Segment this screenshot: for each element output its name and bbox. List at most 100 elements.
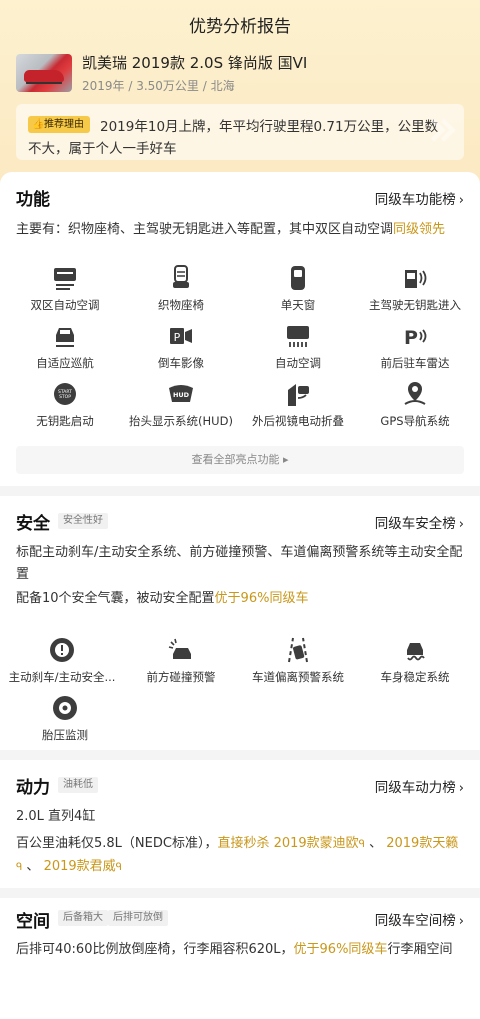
feature-dual-ac[interactable]: 双区自动空调 <box>5 264 125 313</box>
auto-ac-icon <box>287 326 309 347</box>
chevron-right-icon: › <box>458 193 464 208</box>
car-meta: 2019年 / 3.50万公里 / 北海 <box>82 79 235 93</box>
power-tag: 油耗低 <box>58 777 98 793</box>
safety-rank-label: 同级车安全榜 <box>374 516 456 532</box>
search-icon: ᑫ <box>115 862 122 873</box>
separator: 、 <box>364 836 387 851</box>
feature-sunroof[interactable]: 单天窗 <box>238 264 358 313</box>
hud-icon: HUD <box>169 385 193 402</box>
active-brake-icon <box>50 638 74 662</box>
recommend-reason-text: 2019年10月上牌，年平均行驶里程0.71万公里，公里数不大，属于个人一手好车 <box>28 119 439 157</box>
feature-label: 主驾驶无钥匙进入 <box>369 298 461 312</box>
report-header: 优势分析报告 凯美瑞 2019款 2.0S 锋尚版 国VI 2019年 / 3.… <box>0 0 480 184</box>
reverse-camera-icon: P <box>170 328 192 344</box>
feature-label: 前后驻车雷达 <box>380 356 450 370</box>
chevron-right-icon: › <box>458 914 464 929</box>
dual-ac-icon <box>54 268 76 290</box>
recommend-reason-box: 2019年10月上牌，年平均行驶里程0.71万公里，公里数不大，属于个人一手好车… <box>16 104 464 160</box>
feature-parking-radar[interactable]: P 前后驻车雷达 <box>355 322 475 371</box>
recommend-reason-label: 推荐理由 <box>44 119 84 130</box>
safety-section: 安全 安全性好 同级车安全榜 › 标配主动刹车/主动安全系统、前方碰撞预警、车道偏… <box>0 496 480 750</box>
feature-label: 前方碰撞预警 <box>146 670 216 684</box>
keyless-entry-icon <box>405 270 427 288</box>
power-title: 动力 <box>16 778 50 798</box>
power-section: 动力 油耗低 同级车动力榜 › 2.0L 直列4缸 百公里油耗仅5.8L（NEDC… <box>0 760 480 888</box>
svg-text:P: P <box>404 327 418 349</box>
safety-line2-highlight: 优于96%同级车 <box>214 591 309 606</box>
thumbs-up-icon: 👍 <box>32 118 45 130</box>
feature-keyless-entry[interactable]: 主驾驶无钥匙进入 <box>355 264 475 313</box>
feature-label: 自适应巡航 <box>36 356 94 370</box>
feature-label: 无钥匙启动 <box>36 414 94 428</box>
stability-icon <box>407 643 425 661</box>
feature-gps[interactable]: GPS导航系统 <box>355 380 475 429</box>
feature-label: 自动空调 <box>275 356 321 370</box>
power-rank-link[interactable]: 同级车动力榜 › <box>375 776 464 796</box>
mirror-fold-icon <box>288 384 309 406</box>
feature-label: 车道偏离预警系统 <box>252 670 344 684</box>
car-thumbnail[interactable] <box>16 54 72 92</box>
function-summary: 主要有：织物座椅、主驾驶无钥匙进入等配置，其中双区自动空调同级领先 <box>16 219 464 241</box>
function-rank-label: 同级车功能榜 <box>374 192 456 208</box>
feature-label: 双区自动空调 <box>30 298 100 312</box>
feature-label: GPS导航系统 <box>380 414 450 428</box>
safety-tire-pressure[interactable]: 胎压监测 <box>5 694 125 743</box>
compare-mondeo-link[interactable]: 直接秒杀 2019款蒙迪欧ᑫ <box>217 836 365 851</box>
separator: 、 <box>22 859 44 874</box>
function-section: 功能 同级车功能榜 › 主要有：织物座椅、主驾驶无钥匙进入等配置，其中双区自动空调… <box>0 172 480 486</box>
feature-label: 车身稳定系统 <box>380 670 450 684</box>
feature-label: 外后视镜电动折叠 <box>252 414 344 428</box>
safety-active-brake[interactable]: 主动刹车/主动安全... <box>2 636 122 685</box>
feature-adaptive-cruise[interactable]: 自适应巡航 <box>5 322 125 371</box>
space-text-main: 后排可40:60比例放倒座椅，行李厢容积620L， <box>16 942 294 957</box>
feature-label: 倒车影像 <box>158 356 204 370</box>
function-summary-text: 主要有：织物座椅、主驾驶无钥匙进入等配置，其中双区自动空调 <box>16 222 394 237</box>
car-name: 凯美瑞 2019款 2.0S 锋尚版 国VI <box>82 54 308 72</box>
space-rank-label: 同级车空间榜 <box>374 913 456 929</box>
function-summary-highlight: 同级领先 <box>393 222 446 237</box>
collision-warning-icon <box>168 638 191 659</box>
power-rank-label: 同级车动力榜 <box>374 780 456 796</box>
feature-hud[interactable]: HUD 抬头显示系统(HUD) <box>121 380 241 429</box>
show-all-features-button[interactable]: 查看全部亮点功能 ▸ <box>16 446 464 474</box>
safety-stability[interactable]: 车身稳定系统 <box>355 636 475 685</box>
power-fuel: 百公里油耗仅5.8L（NEDC标准），直接秒杀 2019款蒙迪欧ᑫ 、 2019… <box>16 833 464 879</box>
recommend-reason-badge: 👍 推荐理由 <box>28 116 90 133</box>
seat-icon <box>173 265 189 288</box>
lane-departure-icon <box>288 637 308 663</box>
safety-line2-text: 配备10个安全气囊，被动安全配置 <box>16 591 215 606</box>
function-title: 功能 <box>16 190 50 210</box>
feature-label: 单天窗 <box>280 298 316 312</box>
space-rank-link[interactable]: 同级车空间榜 › <box>375 909 464 929</box>
chevron-right-icon: › <box>458 517 464 532</box>
function-rank-link[interactable]: 同级车功能榜 › <box>375 188 464 208</box>
feature-label: 抬头显示系统(HUD) <box>129 414 233 428</box>
compare-regal-link[interactable]: 2019款君威ᑫ <box>44 859 122 874</box>
space-tag-fold: 后排可放倒 <box>108 910 168 926</box>
safety-title: 安全 <box>16 514 50 534</box>
feature-reverse-camera[interactable]: P 倒车影像 <box>121 322 241 371</box>
page-title: 优势分析报告 <box>189 17 291 37</box>
space-text-highlight: 优于96%同级车 <box>293 942 388 957</box>
compare-regal-label: 2019款君威 <box>43 859 116 874</box>
power-engine: 2.0L 直列4缸 <box>16 809 96 824</box>
sunroof-icon <box>291 266 305 290</box>
safety-line2: 配备10个安全气囊，被动安全配置优于96%同级车 <box>16 588 464 610</box>
space-text: 后排可40:60比例放倒座椅，行李厢容积620L，优于96%同级车行李厢空间 <box>16 939 464 961</box>
feature-seat[interactable]: 织物座椅 <box>121 264 241 313</box>
safety-rank-link[interactable]: 同级车安全榜 › <box>375 512 464 532</box>
feature-label: 主动刹车/主动安全... <box>8 670 116 684</box>
feature-auto-ac[interactable]: 自动空调 <box>238 322 358 371</box>
safety-collision-warning[interactable]: 前方碰撞预警 <box>121 636 241 685</box>
space-title: 空间 <box>16 912 50 932</box>
space-tag-trunk: 后备箱大 <box>58 910 108 926</box>
adaptive-cruise-icon <box>56 328 74 347</box>
chevron-right-icon: › <box>458 781 464 796</box>
feature-start-stop[interactable]: START STOP 无钥匙启动 <box>5 380 125 429</box>
svg-text:STOP: STOP <box>59 394 71 400</box>
svg-text:P: P <box>174 331 181 344</box>
power-fuel-text: 百公里油耗仅5.8L（NEDC标准）， <box>16 836 218 851</box>
safety-line1: 标配主动刹车/主动安全系统、前方碰撞预警、车道偏离预警系统等主动安全配置 <box>16 545 463 582</box>
safety-lane-departure[interactable]: 车道偏离预警系统 <box>238 636 358 685</box>
feature-mirror-fold[interactable]: 外后视镜电动折叠 <box>238 380 358 429</box>
